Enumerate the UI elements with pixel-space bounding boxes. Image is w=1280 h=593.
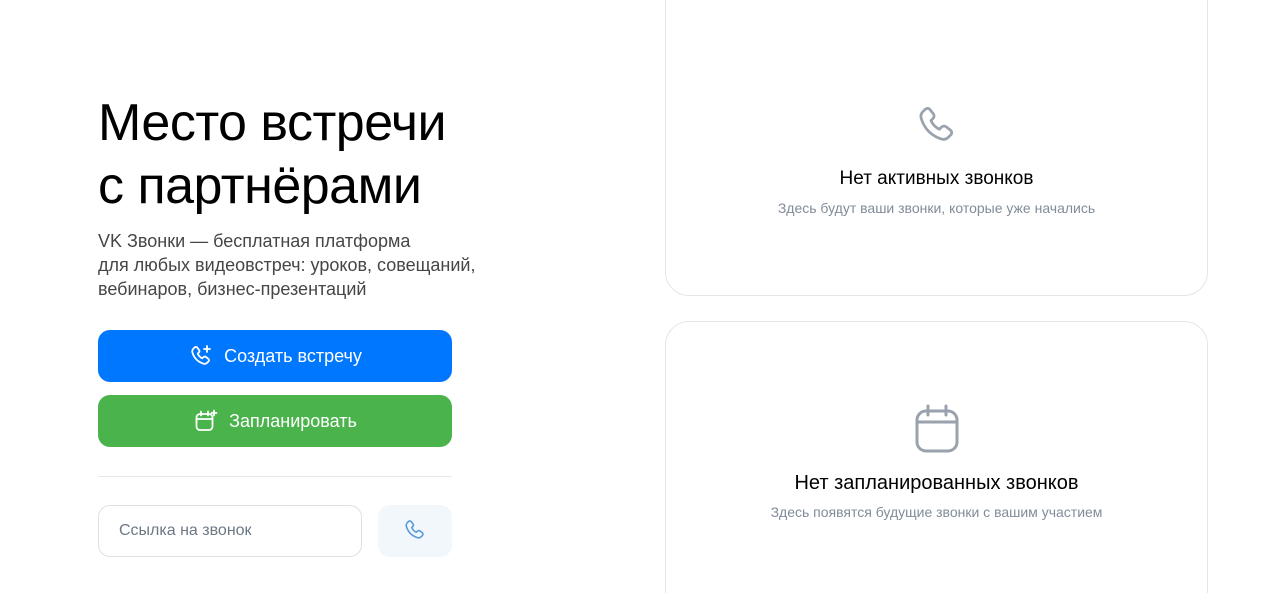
phone-add-icon bbox=[188, 343, 214, 369]
calendar-add-icon bbox=[193, 408, 219, 434]
description-line-3: вебинаров, бизнес-презентаций bbox=[98, 279, 367, 299]
page: Место встречи с партнёрами VK Звонки — б… bbox=[0, 0, 1280, 593]
create-meeting-label: Создать встречу bbox=[224, 345, 362, 366]
join-call-button[interactable] bbox=[378, 505, 452, 557]
create-meeting-button[interactable]: Создать встречу bbox=[98, 330, 452, 382]
description-line-2: для любых видеовстреч: уроков, совещаний… bbox=[98, 255, 476, 275]
schedule-button[interactable]: Запланировать bbox=[98, 395, 452, 447]
active-calls-card: Нет активных звонков Здесь будут ваши зв… bbox=[665, 0, 1208, 296]
active-calls-subtitle: Здесь будут ваши звонки, которые уже нач… bbox=[777, 200, 1096, 216]
planned-calls-subtitle: Здесь появятся будущие звонки с вашим уч… bbox=[770, 504, 1103, 520]
description-line-1: VK Звонки — бесплатная платформа bbox=[98, 231, 411, 251]
schedule-label: Запланировать bbox=[229, 410, 357, 431]
phone-icon bbox=[915, 103, 959, 152]
phone-icon bbox=[403, 518, 427, 545]
active-calls-title: Нет активных звонков bbox=[839, 168, 1034, 189]
page-description: VK Звонки — бесплатная платформа для люб… bbox=[98, 229, 518, 301]
planned-calls-card: Нет запланированных звонков Здесь появят… bbox=[665, 321, 1208, 593]
divider bbox=[98, 476, 452, 477]
call-link-input[interactable] bbox=[99, 506, 361, 556]
page-title-line-2: с партнёрами bbox=[98, 157, 422, 215]
planned-calls-title: Нет запланированных звонков bbox=[794, 472, 1079, 494]
page-title-line-1: Место встречи bbox=[98, 94, 447, 152]
page-title: Место встречи с партнёрами bbox=[98, 92, 447, 218]
call-link-field[interactable] bbox=[98, 505, 362, 557]
calendar-icon bbox=[913, 403, 961, 460]
